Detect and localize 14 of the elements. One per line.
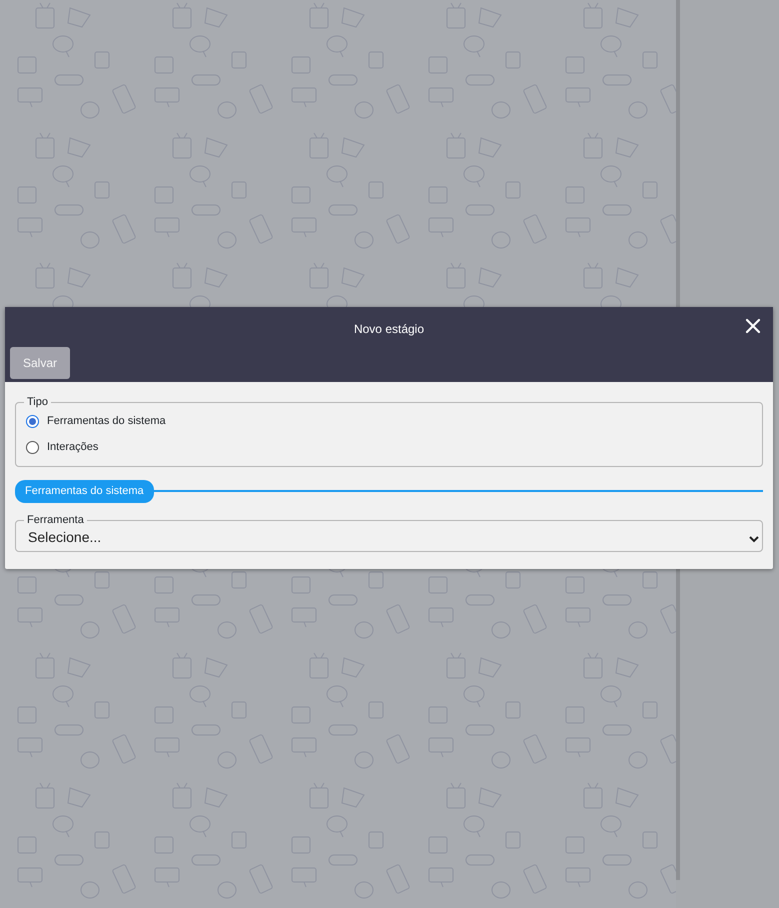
option-label: Interações [47,440,98,455]
close-icon [745,318,761,334]
radio-button[interactable] [26,440,39,454]
option-label: Ferramentas do sistema [47,414,166,429]
close-button[interactable] [745,318,761,334]
select-field[interactable]: Ferramenta Selecione... [15,514,763,552]
field-legend: Ferramenta [24,514,87,526]
modal-title: Novo estágio [354,321,424,338]
radio-option[interactable]: Ferramentas do sistema [26,408,752,434]
group-legend: Tipo [24,397,51,408]
tool-select[interactable]: Selecione... [16,528,762,550]
section-label: Ferramentas do sistema [15,480,154,502]
radio-button[interactable] [26,414,39,428]
radio-option[interactable]: Interações [26,434,752,460]
